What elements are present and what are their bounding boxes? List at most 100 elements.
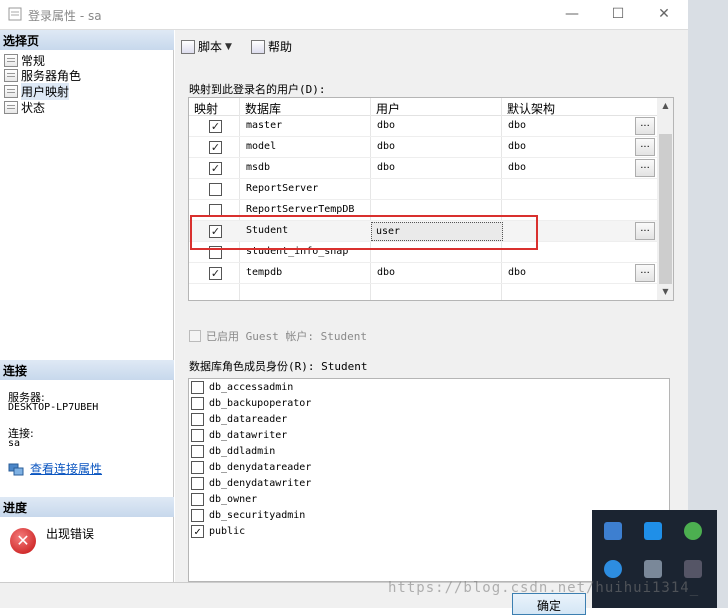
close-button[interactable]: ✕ — [644, 3, 684, 25]
role-checkbox[interactable] — [191, 412, 204, 426]
nav-item-user-mapping[interactable]: 用户映射 — [4, 82, 70, 100]
connection-header: 连接 — [0, 360, 174, 380]
column-header-schema: 默认架构 — [507, 102, 556, 116]
app-icon — [8, 7, 22, 21]
connection-value: sa — [8, 438, 21, 449]
role-checkbox[interactable] — [191, 492, 204, 506]
table-row[interactable]: ReportServer — [189, 179, 657, 200]
view-connection-properties-link[interactable]: 查看连接属性 — [8, 460, 102, 477]
database-cell: master — [246, 120, 283, 131]
role-checkbox[interactable] — [191, 396, 204, 410]
list-item[interactable]: db_denydatareader — [191, 459, 311, 475]
role-checkbox[interactable] — [191, 476, 204, 490]
role-checkbox[interactable] — [191, 444, 204, 458]
help-button[interactable]: 帮助 — [251, 38, 292, 55]
role-name: public — [209, 525, 246, 537]
role-checkbox[interactable] — [191, 380, 204, 394]
nav-item-status[interactable]: 状态 — [4, 99, 45, 115]
annotation-highlight-box — [190, 215, 538, 250]
globe-icon[interactable] — [684, 522, 702, 540]
nav-item-label: 服务器角色 — [21, 68, 82, 83]
role-checkbox[interactable] — [191, 508, 204, 522]
table-row[interactable]: ✓ msdb dbo dbo ... — [189, 158, 657, 179]
script-label: 脚本 — [198, 40, 223, 54]
table-row[interactable]: ✓ master dbo dbo ... — [189, 116, 657, 137]
schema-cell[interactable]: dbo — [508, 267, 526, 278]
scroll-down-icon[interactable]: ▼ — [657, 284, 673, 300]
list-item[interactable]: db_backupoperator — [191, 395, 311, 411]
error-icon: ✕ — [10, 528, 36, 554]
column-header-database: 数据库 — [245, 102, 282, 116]
role-checkbox[interactable] — [191, 428, 204, 442]
ok-button[interactable]: 确定 — [512, 593, 586, 615]
schema-cell[interactable]: dbo — [508, 120, 526, 131]
title-bar: 登录属性 - sa — ☐ ✕ — [0, 0, 688, 30]
role-checkbox[interactable] — [191, 460, 204, 474]
role-checkbox[interactable]: ✓ — [191, 524, 204, 538]
user-cell[interactable]: dbo — [377, 120, 395, 131]
minimize-button[interactable]: — — [552, 3, 592, 25]
map-checkbox[interactable] — [209, 183, 222, 196]
database-cell: msdb — [246, 162, 271, 173]
schema-cell[interactable]: dbo — [508, 162, 526, 173]
page-icon — [4, 100, 18, 114]
map-checkbox[interactable]: ✓ — [209, 120, 222, 133]
table-row[interactable]: ✓ model dbo dbo ... — [189, 137, 657, 158]
main-panel: 脚本 ▼ 帮助 映射到此登录名的用户(D): 映射 数据库 用户 默认架构 ✓ … — [175, 30, 688, 582]
maximize-button[interactable]: ☐ — [598, 3, 638, 25]
list-item[interactable]: db_owner — [191, 491, 257, 507]
guest-checkbox — [189, 330, 201, 342]
scrollbar-thumb[interactable] — [659, 134, 672, 284]
schema-cell[interactable]: dbo — [508, 141, 526, 152]
browse-schema-button[interactable]: ... — [635, 138, 655, 156]
database-cell: ReportServer — [246, 183, 319, 194]
grid-scrollbar[interactable]: ▲ ▼ — [657, 98, 673, 300]
script-button[interactable]: 脚本 ▼ — [181, 38, 232, 55]
nvidia-icon[interactable] — [684, 560, 702, 578]
role-name: db_datareader — [209, 413, 288, 425]
browse-schema-button[interactable]: ... — [635, 159, 655, 177]
list-item[interactable]: db_ddladmin — [191, 443, 275, 459]
list-item[interactable]: db_denydatawriter — [191, 475, 311, 491]
list-item[interactable]: db_accessadmin — [191, 379, 293, 395]
role-name: db_backupoperator — [209, 397, 312, 409]
select-page-header: 选择页 — [0, 30, 174, 50]
chevron-down-icon[interactable]: ▼ — [225, 42, 232, 52]
user-cell[interactable]: dbo — [377, 267, 395, 278]
nav-item-label: 用户映射 — [21, 82, 70, 100]
page-icon — [4, 84, 18, 98]
list-item[interactable]: db_securityadmin — [191, 507, 305, 523]
role-name: db_securityadmin — [209, 509, 306, 521]
view-connection-properties-label: 查看连接属性 — [30, 462, 103, 476]
database-cell: model — [246, 141, 277, 152]
browse-schema-button[interactable]: ... — [635, 264, 655, 282]
table-row[interactable]: ✓ tempdb dbo dbo ... — [189, 263, 657, 284]
browse-schema-button[interactable]: ... — [635, 117, 655, 135]
list-item[interactable]: db_datawriter — [191, 427, 287, 443]
map-checkbox[interactable]: ✓ — [209, 267, 222, 280]
grid-header: 映射 数据库 用户 默认架构 — [189, 98, 657, 116]
roles-title: 数据库角色成员身份(R): Student — [189, 360, 368, 373]
list-item[interactable]: ✓ public — [191, 523, 245, 539]
role-name: db_accessadmin — [209, 381, 294, 393]
watermark-text: https://blog.csdn.net/huihui1314_ — [388, 580, 700, 596]
nav-item-server-roles[interactable]: 服务器角色 — [4, 67, 81, 83]
user-cell[interactable]: dbo — [377, 162, 395, 173]
mapping-title: 映射到此登录名的用户(D): — [189, 83, 326, 96]
user-icon[interactable] — [644, 560, 662, 578]
window-title: 登录属性 - sa — [28, 9, 102, 23]
left-panel: 选择页 常规 服务器角色 用户映射 状态 连接 服务器: DESKTOP-LP7… — [0, 30, 174, 582]
browse-schema-button[interactable]: ... — [635, 222, 655, 240]
scroll-up-icon[interactable]: ▲ — [657, 98, 673, 114]
messenger-icon[interactable] — [644, 522, 662, 540]
column-header-map: 映射 — [194, 102, 219, 116]
network-app-icon[interactable] — [604, 522, 622, 540]
map-checkbox[interactable]: ✓ — [209, 141, 222, 154]
user-mapping-grid: 映射 数据库 用户 默认架构 ✓ master dbo dbo ... ✓ mo… — [188, 97, 674, 301]
list-item[interactable]: db_datareader — [191, 411, 287, 427]
map-checkbox[interactable]: ✓ — [209, 162, 222, 175]
chat-icon[interactable] — [604, 560, 622, 578]
user-cell[interactable]: dbo — [377, 141, 395, 152]
role-name: db_denydatawriter — [209, 477, 312, 489]
progress-header: 进度 — [0, 497, 174, 517]
